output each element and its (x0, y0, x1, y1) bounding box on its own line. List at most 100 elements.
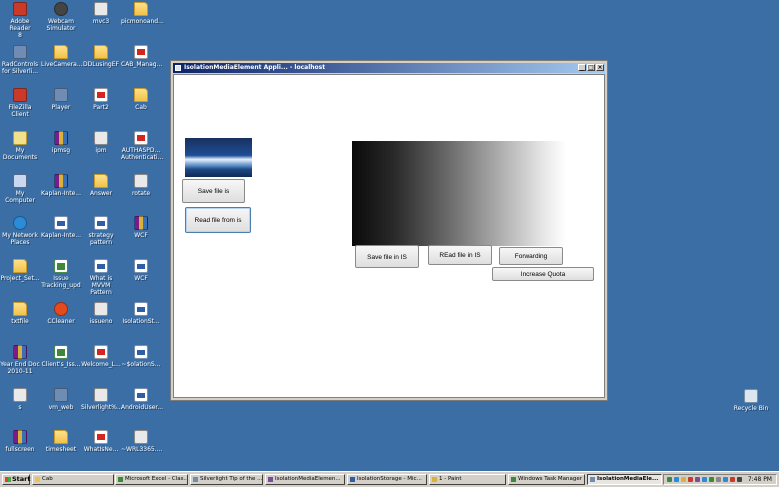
desktop-icon-strategy-pattern[interactable]: strategy pattern (81, 216, 121, 246)
desktop-icon-issue-tracking[interactable]: Issue Tracking_upd (41, 259, 81, 289)
desktop-icon-recycle-bin[interactable]: Recycle Bin (730, 389, 772, 412)
winrar-icon (13, 430, 27, 444)
winrar-icon (54, 174, 68, 188)
desktop-icon-authaspd[interactable]: AUTHASPD... Authenticati... (121, 131, 163, 161)
desktop-icon-wcf-1[interactable]: WCF (121, 216, 161, 239)
folder-icon (94, 174, 108, 188)
tray-network-icon[interactable] (674, 477, 679, 482)
desktop-icon-s[interactable]: s (0, 388, 40, 411)
desktop-icon-ipm[interactable]: ipm (81, 131, 121, 154)
desktop-icon-my-network-places[interactable]: My Network Places (0, 216, 40, 246)
taskbar: Start Cab Microsoft Excel - Clas... Silv… (0, 471, 779, 487)
document-icon (13, 388, 27, 402)
document-icon (134, 174, 148, 188)
desktop-icon-whatisne[interactable]: WhatIsNe... (81, 430, 121, 453)
close-button[interactable]: × (596, 64, 604, 71)
desktop-icon-fullscreen[interactable]: fullscreen (0, 430, 40, 453)
clock[interactable]: 7:48 PM (748, 475, 772, 484)
tray-app-icon[interactable] (688, 477, 693, 482)
desktop-icon-wcf-2[interactable]: WCF (121, 259, 161, 282)
desktop-icon-radcontrols[interactable]: RadControls for Silverli... (0, 45, 40, 75)
save-file-is-button[interactable]: Save file is (182, 179, 245, 203)
desktop-icon-my-computer[interactable]: My Computer (0, 174, 40, 204)
tray-speaker-icon[interactable] (716, 477, 721, 482)
tray-app-icon[interactable] (730, 477, 735, 482)
taskbar-item-label: Windows Task Manager (518, 476, 583, 482)
ccleaner-icon (54, 302, 68, 316)
media-thumbnail (185, 138, 252, 177)
desktop-icon-part2[interactable]: Part2 (81, 88, 121, 111)
desktop-icon-ipmsg[interactable]: ipmsg (41, 131, 81, 154)
taskbar-item-task-manager[interactable]: Windows Task Manager (508, 474, 585, 485)
desktop-icon-ddlusingef[interactable]: DDLusingEF (81, 45, 121, 68)
minimize-button[interactable]: _ (578, 64, 586, 71)
desktop-icon-label: mvc3 (92, 18, 110, 25)
media-element-display (352, 141, 566, 246)
desktop-icon-player[interactable]: Player (41, 88, 81, 111)
desktop-icon-olations-temp[interactable]: ~$olationS... (121, 345, 161, 368)
window-titlebar[interactable]: IsolationMediaElement Appli... - localho… (173, 63, 605, 73)
taskbar-item-paint[interactable]: 1 - Paint (429, 474, 506, 485)
desktop-icon-mvc3[interactable]: mvc3 (81, 2, 121, 25)
folder-icon (54, 45, 68, 59)
desktop-icon-filezilla[interactable]: FileZilla Client (0, 88, 40, 118)
desktop-icon-txtfile[interactable]: txtfile (0, 302, 40, 325)
desktop-icon-wrl3365[interactable]: ~WRL3365.... (121, 430, 162, 453)
desktop-icon-cab-manag[interactable]: CAB_Manag... (121, 45, 162, 68)
increase-quota-button[interactable]: Increase Quota (492, 267, 594, 281)
tray-app-icon[interactable] (737, 477, 742, 482)
forwarding-button[interactable]: Forwarding (499, 247, 563, 265)
taskbar-item-label: Cab (42, 476, 53, 482)
save-file-in-is-button[interactable]: Save file in IS (355, 245, 419, 268)
desktop-icon-adobe-reader[interactable]: Adobe Reader 8 (0, 2, 40, 39)
desktop-icon-year-end-doc[interactable]: Year End Doc 2010-11 (0, 345, 40, 375)
desktop-icon-cab[interactable]: Cab (121, 88, 161, 111)
desktop-icon-ccleaner[interactable]: CCleaner (41, 302, 81, 325)
desktop-icon-webcam-simulator[interactable]: Webcam Simulator (41, 2, 81, 32)
desktop-icon-my-documents[interactable]: My Documents (0, 131, 40, 161)
taskbar-item-isolationmediaelement-active[interactable]: IsolationMediaEle... (587, 474, 662, 485)
word-doc-icon (134, 302, 148, 316)
taskbar-item-cab[interactable]: Cab (32, 474, 114, 485)
read-file-in-is-button[interactable]: REad file in IS (428, 245, 492, 265)
document-icon (94, 2, 108, 16)
desktop-icon-timesheet[interactable]: timesheet (41, 430, 81, 453)
desktop-icon-vm-web[interactable]: vm_web (41, 388, 81, 411)
tray-app-icon[interactable] (723, 477, 728, 482)
taskbar-item-excel[interactable]: Microsoft Excel - Clas... (115, 474, 188, 485)
taskbar-item-isolationstorage[interactable]: IsolationStorage - Mic... (347, 474, 427, 485)
desktop-icon-kaplan-inte-1[interactable]: Kaplan-Inte... (41, 174, 81, 197)
pdf-icon (94, 345, 108, 359)
taskbar-item-silverlight-tip[interactable]: Silverlight Tip of the ... (190, 474, 263, 485)
tray-app-icon[interactable] (709, 477, 714, 482)
desktop-icon-label: timesheet (45, 446, 77, 453)
tray-app-icon[interactable] (667, 477, 672, 482)
desktop-icon-livecamera[interactable]: LiveCamera... (41, 45, 83, 68)
desktop-icon-kaplan-inte-2[interactable]: Kaplan-Inte... (41, 216, 81, 239)
desktop-icon-what-is-mvvm[interactable]: What is MVVM Pattern (81, 259, 121, 296)
desktop-icon-clients-iss[interactable]: Client's_Iss... (41, 345, 81, 368)
desktop-icon-project-set[interactable]: Project_Set... (0, 259, 40, 282)
word-doc-icon (94, 216, 108, 230)
read-file-from-is-button[interactable]: Read file from is (185, 207, 251, 233)
tray-app-icon[interactable] (695, 477, 700, 482)
desktop-icon-rotate[interactable]: rotate (121, 174, 161, 197)
desktop-icon-androiduser[interactable]: AndroidUser... (121, 388, 163, 411)
start-button[interactable]: Start (2, 474, 31, 485)
tray-app-icon[interactable] (702, 477, 707, 482)
maximize-button[interactable]: □ (587, 64, 595, 71)
taskbar-item-isolationmediaelement-vs[interactable]: IsolationMediaElemen... (265, 474, 345, 485)
desktop-icon-isolationst[interactable]: IsolationSt... (121, 302, 161, 325)
desktop-icon-welcome-l[interactable]: Welcome_L... (81, 345, 121, 368)
desktop-icon-label: Silverlight%... (81, 404, 123, 411)
desktop-icon-label: Kaplan-Inte... (41, 232, 81, 239)
taskbar-item-label: IsolationMediaEle... (597, 476, 659, 482)
desktop-icon-issueno[interactable]: issueno (81, 302, 121, 325)
desktop-icon-picmonoand[interactable]: picmonoand... (121, 2, 164, 25)
desktop-icon-silverlight[interactable]: Silverlight%... (81, 388, 123, 411)
desktop-icon-answer[interactable]: Answer (81, 174, 121, 197)
radcontrols-icon (13, 45, 27, 59)
tray-app-icon[interactable] (681, 477, 686, 482)
player-icon (54, 88, 68, 102)
taskbar-item-label: Microsoft Excel - Clas... (125, 476, 188, 482)
